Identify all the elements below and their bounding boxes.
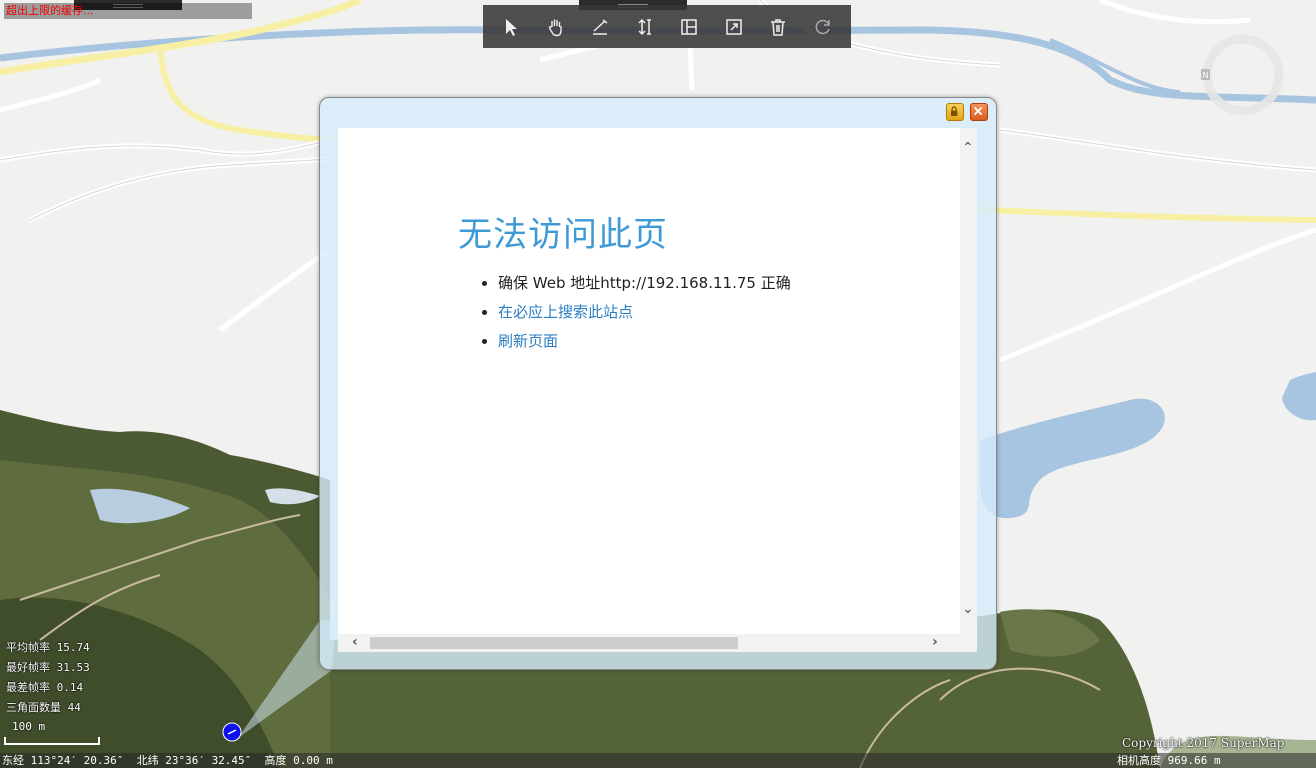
info-popup-window: 无法访问此页 确保 Web 地址http://192.168.11.75 正确 … (319, 97, 997, 670)
scale-bar (4, 737, 100, 745)
pointer-tool-button[interactable] (493, 9, 529, 45)
suggestion-refresh: 刷新页面 (498, 329, 791, 358)
scroll-corner (960, 634, 977, 652)
best-fps: 最好帧率 31.53 (6, 661, 90, 674)
scroll-left-icon[interactable]: ‹ (352, 635, 358, 649)
refresh-page-link[interactable]: 刷新页面 (498, 332, 558, 350)
scroll-right-icon[interactable]: › (932, 635, 938, 649)
map-toolbar (483, 5, 851, 48)
suggestion-check-url: 确保 Web 地址http://192.168.11.75 正确 (498, 271, 791, 300)
cursor-coordinates: 东经 113°24′ 20.36″ 北纬 23°36′ 32.45″ 高度 0.… (2, 754, 333, 767)
performance-stats: 平均帧率 15.74 最好帧率 31.53 最差帧率 0.14 三角面数量 44 (6, 638, 90, 718)
clear-button[interactable] (760, 9, 796, 45)
scale-label: 100 m (12, 720, 46, 733)
lock-icon (951, 106, 958, 116)
measure-distance-icon (593, 18, 608, 35)
worst-fps: 最差帧率 0.14 (6, 681, 84, 694)
cache-warning-label: 超出上限的缓存... (4, 3, 252, 19)
status-bar: 东经 113°24′ 20.36″ 北纬 23°36′ 32.45″ 高度 0.… (0, 753, 1316, 768)
camera-height: 相机高度 969.66 m (1117, 754, 1221, 767)
measure-distance-button[interactable] (582, 9, 618, 45)
measure-area-button[interactable] (671, 9, 707, 45)
refresh-icon (815, 19, 830, 34)
measure-area-icon (681, 18, 697, 35)
embedded-webpage[interactable]: 无法访问此页 确保 Web 地址http://192.168.11.75 正确 … (338, 128, 977, 652)
avg-fps: 平均帧率 15.74 (6, 641, 90, 654)
location-marker-icon[interactable] (222, 722, 242, 742)
refresh-button[interactable] (805, 9, 841, 45)
horizontal-scroll-thumb[interactable] (370, 637, 738, 649)
error-page: 无法访问此页 确保 Web 地址http://192.168.11.75 正确 … (338, 128, 960, 634)
measure-height-icon (638, 18, 651, 35)
search-bing-link[interactable]: 在必应上搜索此站点 (498, 303, 633, 321)
close-button[interactable] (970, 103, 988, 121)
scroll-down-icon[interactable]: ⌄ (962, 602, 974, 616)
scroll-up-icon[interactable]: ⌃ (962, 141, 974, 155)
pointer-icon (506, 18, 518, 36)
trash-icon (771, 18, 786, 36)
measure-height-button[interactable] (627, 9, 663, 45)
horizontal-scrollbar[interactable]: ‹ › (338, 634, 960, 652)
pan-hand-icon (548, 19, 562, 36)
lock-button[interactable] (946, 103, 964, 121)
vertical-scrollbar[interactable]: ⌃ ⌄ (960, 128, 977, 634)
fullscreen-button[interactable] (716, 9, 752, 45)
copyright-text: Copyright 2017 SuperMap (1122, 736, 1285, 750)
pan-tool-button[interactable] (538, 9, 574, 45)
triangle-count: 三角面数量 44 (6, 701, 81, 714)
compass-icon[interactable]: N (1200, 32, 1286, 118)
suggestion-text: 确保 Web 地址http://192.168.11.75 正确 (498, 274, 791, 292)
close-icon (973, 106, 983, 116)
suggestion-search: 在必应上搜索此站点 (498, 300, 791, 329)
fullscreen-icon (726, 18, 742, 35)
error-title: 无法访问此页 (458, 215, 668, 255)
error-suggestions: 确保 Web 地址http://192.168.11.75 正确 在必应上搜索此… (498, 271, 791, 358)
svg-text:N: N (1203, 71, 1209, 80)
